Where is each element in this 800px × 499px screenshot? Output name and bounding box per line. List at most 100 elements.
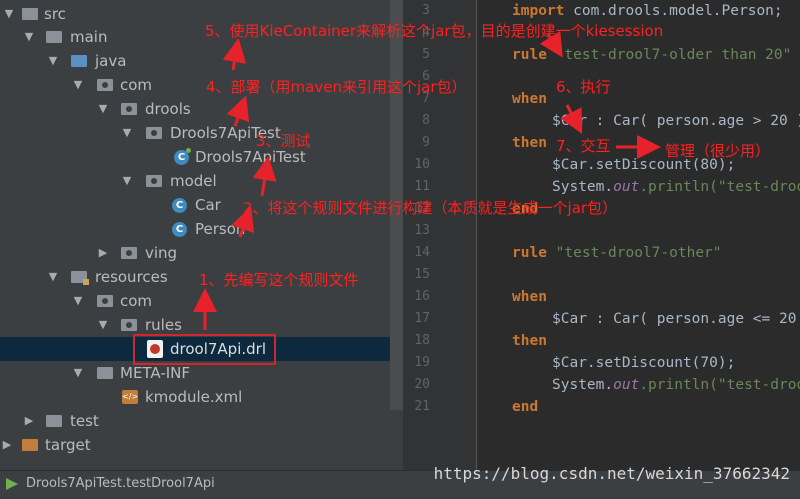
line-number: 8 [422, 113, 430, 128]
watermark-text: https://blog.csdn.net/weixin_37662342 [433, 464, 790, 483]
expand-arrow-icon[interactable]: ▼ [71, 289, 85, 313]
code-line-8: $Car : Car( person.age > 20 ) [552, 110, 800, 132]
run-icon[interactable] [6, 478, 18, 490]
line-number: 9 [422, 135, 430, 150]
tree-item-kmodule-xml[interactable]: </> kmodule.xml [0, 385, 403, 409]
tree-item-label: com [120, 76, 153, 94]
tree-item-label: model [170, 172, 217, 190]
tree-item-drools7apitest-package[interactable]: ▼ Drools7ApiTest [0, 121, 403, 145]
keyword: end [512, 399, 539, 415]
annotation-step-4: 4、部署（用maven来引用这个jar包） [206, 78, 467, 96]
tree-item-label: kmodule.xml [145, 388, 243, 406]
expand-arrow-icon[interactable]: ▼ [96, 97, 110, 121]
package-icon [97, 295, 113, 307]
expand-arrow-icon[interactable]: ▼ [46, 265, 60, 289]
code-line-18: then [512, 330, 547, 352]
code-line-16: when [512, 286, 547, 308]
code-text: .println("test-drool7-older than 20"); [639, 179, 800, 195]
expand-arrow-icon[interactable]: ▼ [2, 2, 16, 26]
line-number: 20 [414, 377, 430, 392]
expand-arrow-icon[interactable]: ▼ [96, 313, 110, 337]
line-number: 17 [414, 311, 430, 326]
expand-arrow-icon[interactable]: ▼ [71, 73, 85, 97]
tree-item-label: resources [95, 268, 168, 286]
tree-item-resources-com[interactable]: ▼ com [0, 289, 403, 313]
tree-item-test[interactable]: ▶ test [0, 409, 403, 433]
run-config-label[interactable]: Drools7ApiTest.testDrool7Api [26, 471, 215, 497]
xml-file-icon: </> [122, 390, 138, 404]
source-folder-icon [71, 55, 87, 67]
code-line-20: System.out.println("test-drool7-other"); [552, 374, 800, 396]
keyword: then [512, 333, 547, 349]
tree-item-label: com [120, 292, 153, 310]
annotation-manage: 管理（很少用） [665, 142, 771, 160]
code-text: $Car : Car( person.age <= 20 ) [552, 311, 800, 327]
code-line-14: rule "test-drool7-other" [512, 242, 722, 264]
code-field: out [613, 179, 640, 195]
tree-item-label: test [70, 412, 99, 430]
code-text: System. [552, 377, 614, 393]
collapse-arrow-icon[interactable]: ▶ [96, 241, 110, 265]
tree-item-label: ving [145, 244, 178, 262]
tree-item-label: src [44, 5, 66, 23]
tree-item-target[interactable]: ▶ target [0, 433, 403, 457]
line-number: 11 [414, 179, 430, 194]
class-icon: C [172, 198, 187, 213]
expand-arrow-icon[interactable]: ▼ [120, 169, 134, 193]
package-icon [97, 79, 113, 91]
highlight-box [133, 334, 276, 365]
line-number: 10 [414, 157, 430, 172]
annotation-step-5: 5、使用KieContainer来解析这个jar包，目的是创建一个kiesess… [205, 22, 664, 40]
keyword: rule [512, 47, 547, 63]
line-number: 16 [414, 289, 430, 304]
collapse-arrow-icon[interactable]: ▶ [0, 433, 14, 457]
code-string: "test-drool7-older than 20" [555, 47, 792, 63]
line-number: 21 [414, 399, 430, 414]
folder-icon [46, 31, 62, 43]
package-icon [121, 103, 137, 115]
tree-item-java[interactable]: ▼ java [0, 49, 403, 73]
tree-item-label: java [95, 52, 127, 70]
code-line-11: System.out.println("test-drool7-older th… [552, 176, 800, 198]
folder-icon [46, 415, 62, 427]
code-text: com.drools.model.Person; [573, 3, 783, 19]
tree-item-label: Person [195, 220, 246, 238]
expand-arrow-icon[interactable]: ▼ [22, 25, 36, 49]
keyword: when [512, 91, 547, 107]
code-line-21: end [512, 396, 538, 418]
collapse-arrow-icon[interactable]: ▶ [22, 409, 36, 433]
annotation-step-2: 2、将这个规则文件进行构建（本质就是生成一个jar包） [243, 199, 618, 217]
tree-item-label: main [70, 28, 108, 46]
expand-arrow-icon[interactable]: ▼ [46, 49, 60, 73]
tree-item-person[interactable]: C Person [0, 217, 403, 241]
expand-arrow-icon[interactable]: ▼ [120, 121, 134, 145]
tree-item-drools[interactable]: ▼ drools [0, 97, 403, 121]
expand-arrow-icon[interactable]: ▼ [71, 361, 85, 385]
keyword: import [512, 3, 565, 19]
line-number: 14 [414, 245, 430, 260]
gutter-divider [476, 0, 477, 470]
code-text: $Car.setDiscount(70); [552, 355, 736, 371]
code-text: System. [552, 179, 614, 195]
code-text: .println("test-drool7-other"); [639, 377, 800, 393]
keyword: rule [512, 245, 547, 261]
package-icon [121, 319, 137, 331]
tree-item-model[interactable]: ▼ model [0, 169, 403, 193]
code-field: out [613, 377, 640, 393]
tree-item-ving[interactable]: ▶ ving [0, 241, 403, 265]
code-editor[interactable]: 3 4 5 6 7 8 9 10 11 12 13 14 15 16 17 18… [406, 0, 800, 470]
project-tree-panel: ▼ src ▼ main ▼ java ▼ com ▼ drools ▼ Dro… [0, 0, 403, 470]
class-icon: C [172, 222, 187, 237]
code-string: "test-drool7-other" [555, 245, 722, 261]
folder-icon [97, 367, 113, 379]
code-line-3: import com.drools.model.Person; [512, 0, 783, 22]
code-line-7: when [512, 88, 547, 110]
line-number: 3 [422, 3, 430, 18]
tree-item-drools7apitest-class[interactable]: C Drools7ApiTest [0, 145, 403, 169]
code-line-5: rule "test-drool7-older than 20" [512, 44, 791, 66]
code-line-9: then [512, 132, 547, 154]
line-number: 15 [414, 267, 430, 282]
class-icon: C [174, 148, 191, 165]
tree-item-label: drools [145, 100, 191, 118]
folder-icon [22, 439, 38, 451]
